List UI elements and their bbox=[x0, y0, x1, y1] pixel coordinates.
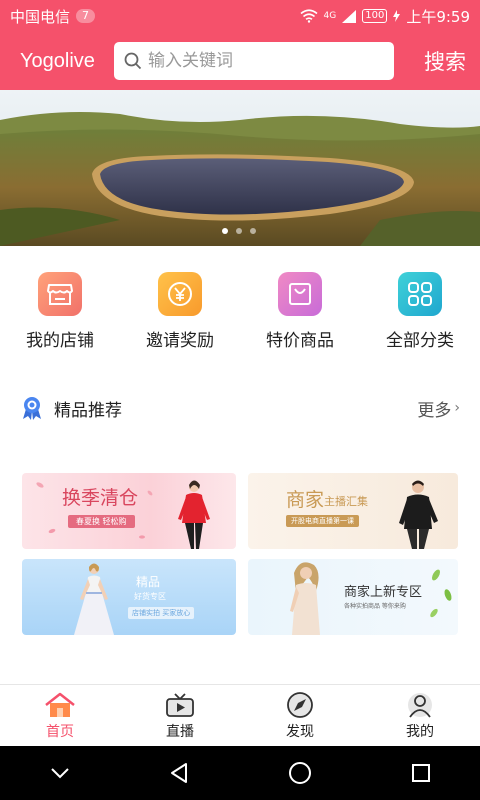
tab-label: 首页 bbox=[46, 724, 74, 740]
promo-subtitle: 店铺实拍 买家放心 bbox=[128, 607, 195, 619]
carousel-indicator bbox=[222, 228, 256, 234]
search-input[interactable] bbox=[148, 51, 368, 71]
search-button[interactable]: 搜索 bbox=[424, 46, 466, 76]
charging-icon bbox=[393, 10, 401, 22]
wifi-icon bbox=[300, 9, 318, 23]
store-icon bbox=[38, 272, 82, 316]
entry-label: 特价商品 bbox=[266, 331, 334, 351]
system-nav-bar bbox=[0, 746, 480, 800]
more-link[interactable]: 更多 bbox=[417, 396, 451, 421]
app-brand: Yogolive bbox=[20, 49, 95, 72]
home-button-icon[interactable] bbox=[288, 761, 312, 785]
promo-title-2: 好货专区 bbox=[134, 592, 166, 601]
carousel-dot[interactable] bbox=[250, 228, 256, 234]
promo-subtitle: 春夏换 轻松购 bbox=[68, 515, 135, 528]
promo-subtitle: 开股电商直播第一课 bbox=[286, 515, 359, 527]
promo-title-2: 主播汇集 bbox=[324, 495, 368, 508]
section-title: 精品推荐 bbox=[54, 400, 122, 421]
quick-entry-row: 我的店铺 邀请奖励 特价商品 全部分类 bbox=[0, 246, 480, 360]
yen-coin-icon bbox=[158, 272, 202, 316]
section-header: 精品推荐 更多 › bbox=[0, 388, 480, 428]
collapse-chevron-icon[interactable] bbox=[50, 767, 70, 779]
promo-title: 换季清仓 bbox=[62, 487, 139, 509]
back-icon[interactable] bbox=[169, 762, 189, 784]
home-icon bbox=[45, 692, 75, 717]
chevron-right-icon: › bbox=[454, 400, 460, 416]
carrier: 中国电信 7 bbox=[10, 6, 96, 27]
notification-count-badge: 7 bbox=[76, 9, 96, 23]
entry-label: 全部分类 bbox=[386, 331, 454, 351]
tab-label: 直播 bbox=[166, 724, 194, 740]
signal-icon bbox=[342, 9, 357, 23]
app-header: Yogolive 搜索 bbox=[0, 32, 480, 90]
tab-mine[interactable]: 我的 bbox=[360, 685, 480, 746]
model-figure bbox=[290, 562, 320, 635]
model-figure bbox=[74, 563, 114, 635]
model-figure bbox=[399, 480, 438, 549]
entry-label: 邀请奖励 bbox=[146, 331, 214, 351]
clock: 上午9:59 bbox=[406, 7, 470, 26]
banner-carousel[interactable] bbox=[0, 90, 480, 246]
promo-card-new-arrivals[interactable]: 商家上新专区 各种实拍商品 等你来购 bbox=[248, 559, 458, 635]
promo-title: 商家上新专区 bbox=[344, 585, 423, 600]
promo-title: 商家 bbox=[286, 489, 325, 511]
entry-invite-reward[interactable]: 邀请奖励 bbox=[120, 246, 240, 360]
tab-home[interactable]: 首页 bbox=[0, 685, 120, 746]
network-type: 4G bbox=[323, 11, 337, 21]
tab-live[interactable]: 直播 bbox=[120, 685, 240, 746]
search-icon bbox=[124, 52, 142, 70]
status-right: 4G 100 上午9:59 bbox=[300, 6, 470, 27]
award-ribbon-icon bbox=[23, 397, 41, 420]
entry-my-store[interactable]: 我的店铺 bbox=[0, 246, 120, 360]
search-box[interactable] bbox=[114, 42, 394, 80]
tab-discover[interactable]: 发现 bbox=[240, 685, 360, 746]
recents-icon[interactable] bbox=[411, 763, 431, 783]
carrier-name: 中国电信 bbox=[10, 7, 71, 26]
carousel-dot[interactable] bbox=[222, 228, 228, 234]
compass-icon bbox=[287, 692, 313, 718]
promo-card-clearance[interactable]: 换季清仓 春夏换 轻松购 bbox=[22, 473, 236, 549]
tab-label: 发现 bbox=[286, 724, 314, 740]
tv-icon bbox=[166, 693, 194, 717]
promo-card-quality[interactable]: 精品 好货专区 店铺实拍 买家放心 bbox=[22, 559, 236, 635]
tab-label: 我的 bbox=[406, 724, 434, 740]
promo-title: 精品 bbox=[136, 575, 161, 589]
leaf-decoration bbox=[430, 569, 452, 618]
promo-card-streamers[interactable]: 商家 主播汇集 开股电商直播第一课 bbox=[248, 473, 458, 549]
entry-label: 我的店铺 bbox=[26, 331, 94, 351]
promo-subtitle: 各种实拍商品 等你来购 bbox=[344, 603, 406, 610]
bottom-tab-bar: 首页 直播 发现 我的 bbox=[0, 684, 480, 746]
model-figure bbox=[178, 480, 210, 549]
status-bar: 中国电信 7 4G 100 上午9:59 bbox=[0, 0, 480, 32]
user-icon bbox=[408, 693, 432, 718]
carousel-dot[interactable] bbox=[236, 228, 242, 234]
battery-level: 100 bbox=[362, 9, 388, 23]
shopping-bag-icon bbox=[278, 272, 322, 316]
grid-icon bbox=[398, 272, 442, 316]
entry-all-categories[interactable]: 全部分类 bbox=[360, 246, 480, 360]
entry-special-goods[interactable]: 特价商品 bbox=[240, 246, 360, 360]
banner-image bbox=[0, 90, 480, 246]
